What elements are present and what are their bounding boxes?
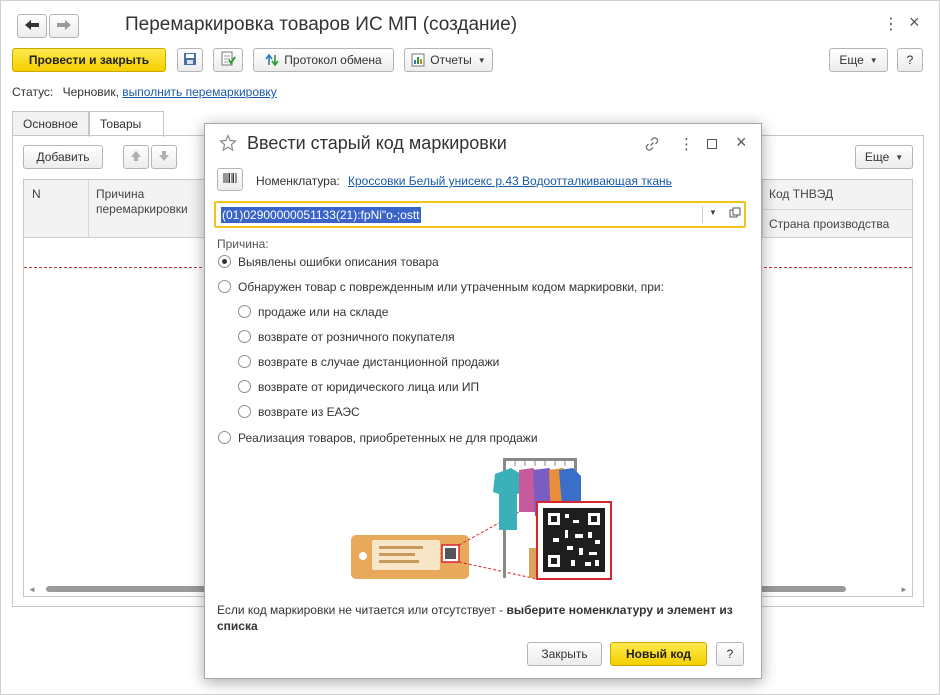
column-header-n[interactable]: N [32,187,41,202]
marking-code-illustration [345,452,615,582]
chevron-down-icon: ▼ [869,55,878,65]
subreason-label-legal-entity-return[interactable]: возврате от юридического лица или ИП [258,380,479,394]
column-header-reason[interactable]: Причина перемаркировки [96,187,196,217]
subreason-radio-remote-return[interactable] [238,355,251,368]
report-icon [411,53,425,67]
window-close-icon[interactable]: × [909,12,920,33]
subreason-label-sale-warehouse[interactable]: продаже или на складе [258,305,388,319]
exchange-arrows-icon [265,53,279,67]
scroll-left-icon[interactable]: ◄ [28,585,36,594]
reason-radio-damaged-code[interactable] [218,280,231,293]
post-document-button[interactable] [213,48,243,72]
window-menu-icon[interactable]: ⋮ [883,14,899,34]
arrow-left-icon [24,19,40,34]
nomenclature-label: Номенклатура: [256,174,340,188]
chevron-down-icon: ▼ [895,152,904,162]
old-code-value[interactable]: (01)02900000051133(21):fpNi"o-;ostt [221,207,421,223]
more-label: Еще [839,53,864,67]
tab-main[interactable]: Основное [12,111,89,136]
page-title: Перемаркировка товаров ИС МП (создание) [125,14,518,35]
status-line: Статус: Черновик, выполнить перемаркиров… [12,85,277,99]
new-code-button[interactable]: Новый код [610,642,707,666]
subreason-radio-retail-return[interactable] [238,330,251,343]
tab-goods[interactable]: Товары [89,111,164,137]
chevron-down-icon: ▼ [477,55,486,65]
move-down-button[interactable] [151,145,177,169]
reason-radio-non-sale-goods[interactable] [218,431,231,444]
reason-label-description-errors[interactable]: Выявлены ошибки описания товара [238,255,439,269]
nomenclature-link[interactable]: Кроссовки Белый унисекс р.43 Водоотталки… [348,174,672,188]
favorite-star-icon[interactable] [219,134,237,155]
dropdown-chevron-icon[interactable]: ▼ [709,208,717,217]
exchange-protocol-button[interactable]: Протокол обмена [253,48,394,72]
arrow-up-icon [130,150,142,165]
subreason-radio-sale-warehouse[interactable] [238,305,251,318]
perform-remarking-link[interactable]: выполнить перемаркировку [122,85,277,99]
subreason-radio-legal-entity-return[interactable] [238,380,251,393]
arrow-down-icon [158,150,170,165]
barcode-icon [223,172,237,187]
subreason-label-retail-return[interactable]: возврате от розничного покупателя [258,330,455,344]
barcode-scan-button[interactable] [217,168,243,191]
subreason-label-eaeu-return[interactable]: возврате из ЕАЭС [258,405,360,419]
status-label: Статус: [12,85,54,99]
reason-label-non-sale-goods[interactable]: Реализация товаров, приобретенных не для… [238,431,538,445]
reports-button[interactable]: Отчеты ▼ [404,48,493,72]
save-button[interactable] [177,48,203,72]
reports-label: Отчеты [430,53,472,67]
dialog-close-icon[interactable]: × [736,132,747,153]
reason-label: Причина: [217,237,269,251]
subreason-radio-eaeu-return[interactable] [238,405,251,418]
dialog-menu-icon[interactable]: ⋮ [679,135,694,153]
goods-more-button[interactable]: Еще ▼ [855,145,913,169]
dialog-title: Ввести старый код маркировки [247,133,507,153]
link-icon[interactable] [644,136,660,155]
maximize-icon[interactable] [707,139,717,149]
reason-radio-description-errors[interactable] [218,255,231,268]
post-and-close-button[interactable]: Провести и закрыть [12,48,166,72]
dialog-help-button[interactable]: ? [716,642,744,666]
header-divider [763,209,912,210]
post-document-icon [220,51,236,70]
status-value: Черновик, [62,85,119,99]
open-item-icon[interactable] [729,207,741,222]
hint-text: Если код маркировки не читается или отсу… [217,602,757,634]
close-button[interactable]: Закрыть [527,642,602,666]
scroll-right-icon[interactable]: ► [900,585,908,594]
input-divider [702,206,703,223]
column-header-tnved[interactable]: Код ТНВЭД [769,187,833,202]
exchange-protocol-label: Протокол обмена [284,53,382,67]
forward-button[interactable] [49,14,79,38]
column-separator [88,180,89,238]
floppy-disk-icon [183,52,197,69]
arrow-right-icon [56,19,72,34]
old-code-input[interactable]: (01)02900000051133(21):fpNi"o-;ostt ▼ [214,201,746,228]
more-button[interactable]: Еще ▼ [829,48,888,72]
move-up-button[interactable] [123,145,149,169]
subreason-label-remote-return[interactable]: возврате в случае дистанционной продажи [258,355,499,369]
help-button[interactable]: ? [897,48,923,72]
column-header-country[interactable]: Страна производства [769,217,889,232]
back-button[interactable] [17,14,47,38]
goods-more-label: Еще [864,150,890,164]
reason-label-damaged-code[interactable]: Обнаружен товар с поврежденным или утрач… [238,280,664,294]
add-button[interactable]: Добавить [23,145,103,169]
hint-text-normal: Если код маркировки не читается или отсу… [217,603,507,617]
enter-old-code-dialog: Ввести старый код маркировки ⋮ × Номенкл… [204,123,762,679]
